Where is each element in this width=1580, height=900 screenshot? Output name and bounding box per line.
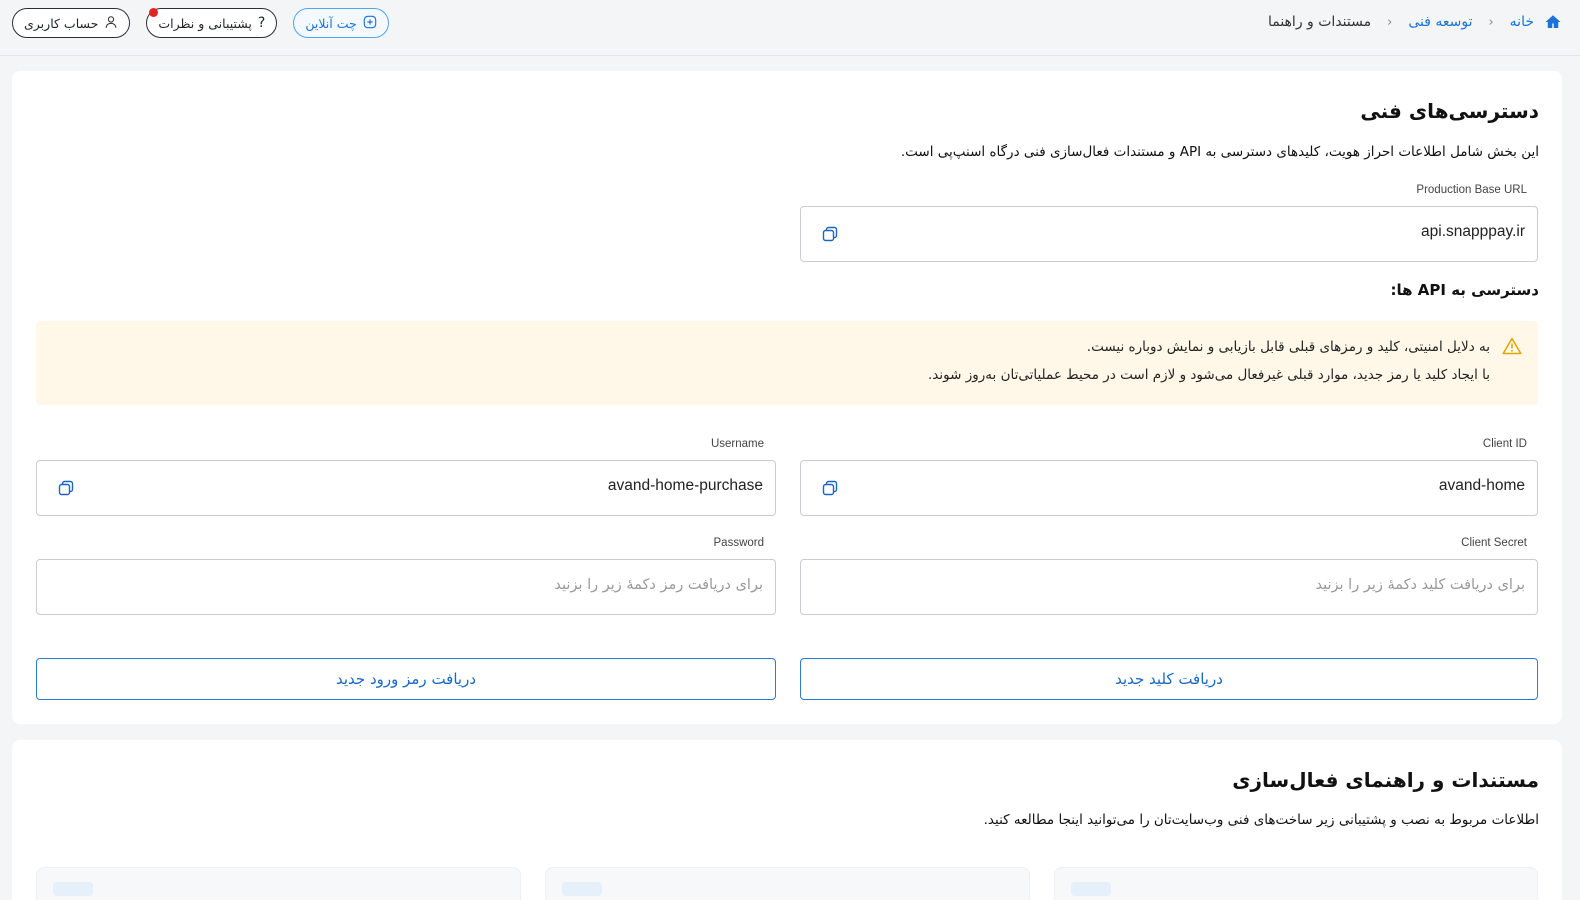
copy-icon[interactable] (821, 225, 839, 243)
base-url-field: api.snapppay.ir (800, 206, 1538, 262)
doc-card-1[interactable] (1054, 867, 1538, 900)
online-chat-button[interactable]: چت آنلاین (293, 8, 389, 38)
base-url-value: api.snapppay.ir (1421, 223, 1525, 240)
api-access-title: دسترسی به API ها: (1390, 281, 1539, 299)
docs-description: اطلاعات مربوط به نصب و پشتیبانی زیر ساخت… (983, 812, 1539, 828)
username-value: avand-home-purchase (607, 477, 763, 494)
breadcrumb-technical[interactable]: توسعه فنی (1408, 14, 1472, 30)
account-button[interactable]: حساب کاربری (12, 8, 131, 38)
doc-badge (53, 882, 93, 896)
client-id-value: avand-home (1438, 477, 1525, 494)
client-secret-field[interactable]: برای دریافت کلید دکمهٔ زیر را بزنید (800, 559, 1538, 615)
copy-icon[interactable] (821, 479, 839, 497)
warning-icon (1502, 337, 1522, 355)
client-secret-placeholder: برای دریافت کلید دکمهٔ زیر را بزنید (1315, 577, 1526, 593)
technical-description: این بخش شامل اطلاعات احراز هویت، کلیدهای… (900, 144, 1539, 160)
password-field[interactable]: برای دریافت رمز دکمهٔ زیر را بزنید (36, 559, 776, 615)
username-label: Username (710, 438, 764, 450)
breadcrumb: خانه ‹ توسعه فنی ‹ مستندات و راهنما (1268, 11, 1562, 33)
chat-icon (363, 15, 377, 32)
password-placeholder: برای دریافت رمز دکمهٔ زیر را بزنید (554, 577, 763, 593)
docs-title: مستندات و راهنمای فعال‌سازی (1232, 768, 1539, 792)
new-password-button[interactable]: دریافت رمز ورود جدید (36, 658, 776, 700)
alert-line-1: به دلایل امنیتی، کلید و رمزهای قبلی قابل… (1086, 339, 1490, 355)
doc-badge (562, 882, 602, 896)
question-icon: ? (257, 15, 266, 31)
doc-badge (1071, 882, 1111, 896)
top-bar: خانه ‹ توسعه فنی ‹ مستندات و راهنما چت آ… (0, 0, 1580, 56)
client-id-field: avand-home (800, 460, 1538, 516)
support-button[interactable]: ? پشتیبانی و نظرات (146, 8, 278, 38)
breadcrumb-home[interactable]: خانه (1510, 14, 1534, 30)
security-alert: به دلایل امنیتی، کلید و رمزهای قبلی قابل… (36, 321, 1538, 405)
technical-title: دسترسی‌های فنی (1360, 99, 1539, 123)
online-chat-label: چت آنلاین (305, 15, 357, 31)
breadcrumb-docs: مستندات و راهنما (1267, 14, 1372, 30)
account-label: حساب کاربری (24, 15, 99, 31)
chevron-left-icon: ‹ (1387, 14, 1393, 30)
top-actions: چت آنلاین ? پشتیبانی و نظرات حساب کاربری (12, 8, 389, 38)
technical-access-card: دسترسی‌های فنی این بخش شامل اطلاعات احرا… (12, 71, 1562, 724)
user-icon (104, 15, 118, 32)
client-secret-label: Client Secret (1461, 537, 1527, 549)
home-icon[interactable] (1544, 13, 1562, 31)
doc-card-3[interactable] (36, 867, 521, 900)
support-label: پشتیبانی و نظرات (158, 15, 252, 31)
alert-line-2: با ایجاد کلید یا رمز جدید، موارد قبلی غی… (928, 367, 1490, 383)
copy-icon[interactable] (57, 479, 75, 497)
client-id-label: Client ID (1482, 438, 1527, 450)
password-label: Password (713, 537, 765, 549)
username-field: avand-home-purchase (36, 460, 776, 516)
doc-card-2[interactable] (545, 867, 1030, 900)
new-key-button[interactable]: دریافت کلید جدید (800, 658, 1538, 700)
chevron-left-icon: ‹ (1488, 14, 1494, 30)
docs-card: مستندات و راهنمای فعال‌سازی اطلاعات مربو… (12, 740, 1562, 900)
notification-dot (149, 8, 159, 17)
base-url-label: Production Base URL (1416, 184, 1527, 196)
